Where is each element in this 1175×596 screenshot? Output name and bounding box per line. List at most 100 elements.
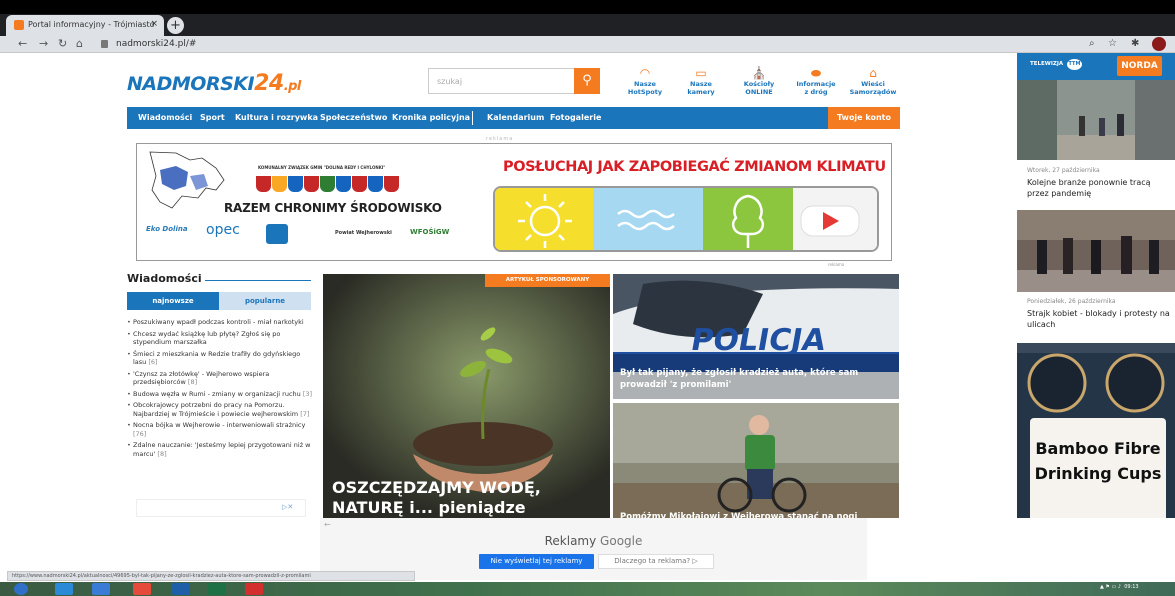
nav-wiadomosci[interactable]: Wiadomości: [138, 107, 192, 129]
list-item[interactable]: Śmieci z mieszkania w Redzie trafiły do …: [127, 350, 313, 367]
comment-count: [8]: [157, 449, 167, 458]
ttv-badge[interactable]: TTM: [1067, 59, 1082, 70]
forward-icon[interactable]: →: [39, 37, 48, 51]
ad-label: reklama: [486, 136, 514, 142]
list-item[interactable]: Chcesz wydać książkę lub płytę? Zgłoś si…: [127, 330, 313, 347]
nav-fotogalerie[interactable]: Fotogalerie: [550, 107, 601, 129]
police-text: POLICJA: [688, 323, 829, 358]
list-item[interactable]: 'Czynsz za złotówkę' - Wejherowo wspiera…: [127, 370, 313, 387]
status-bar-url: https://www.nadmorski24.pl/aktualnosci/4…: [7, 571, 415, 581]
municipalities-link[interactable]: ⌂ Wieści Samorządów: [845, 66, 901, 96]
title-underline: [205, 280, 311, 281]
protest-image: [1017, 210, 1175, 292]
roads-label-2: z dróg: [804, 88, 828, 96]
list-item[interactable]: Budowa węzła w Rumi - zmiany w organizac…: [127, 390, 313, 399]
nav-sport[interactable]: Sport: [200, 107, 225, 129]
region-map-image: [149, 151, 225, 209]
water-panel: [593, 188, 703, 250]
bamboo-cups-ad[interactable]: Bamboo Fibre Drinking Cups: [1030, 418, 1166, 518]
extensions-icon[interactable]: ✱: [1131, 37, 1139, 51]
churches-label-1: Kościoły: [743, 80, 775, 88]
roads-link[interactable]: ⬬ Informacje z dróg: [788, 66, 844, 96]
list-item[interactable]: Zdalne nauczanie: 'Jesteśmy lepiej przyg…: [127, 441, 313, 458]
crest-icon: [352, 176, 367, 192]
list-item[interactable]: Poszukiwany wpadł podczas kontroli - mia…: [127, 318, 313, 327]
wheelchair-photo: [613, 403, 899, 518]
nav-spoleczenstwo[interactable]: Społeczeństwo: [320, 107, 387, 129]
news-item-text: Obcokrajowcy potrzebni do pracy na Pomor…: [133, 401, 299, 418]
why-this-ad-button[interactable]: Dlaczego ta reklama? ▷: [598, 554, 714, 569]
news-item-text: Budowa węzła w Rumi - zmiany w organizac…: [133, 389, 301, 398]
police-article-title[interactable]: Był tak pijany, że zgłosił kradzież auta…: [620, 367, 895, 391]
hide-ad-button[interactable]: Nie wyświetlaj tej reklamy: [479, 554, 594, 569]
small-ad-box[interactable]: [136, 499, 306, 517]
new-tab-button[interactable]: +: [167, 17, 184, 34]
side-article-title[interactable]: Kolejne branże ponownie tracą przez pand…: [1027, 177, 1172, 199]
tab-newest[interactable]: najnowsze: [127, 292, 219, 310]
google-ad-heading: Reklamy Google: [320, 534, 867, 548]
article-date: Wtorek, 27 października: [1027, 167, 1100, 174]
logo-number: 24: [254, 71, 284, 96]
outlook-icon[interactable]: [92, 583, 110, 595]
crest-icon: [304, 176, 319, 192]
tab-close-icon[interactable]: ×: [150, 19, 158, 29]
account-button[interactable]: Twoje konto: [828, 107, 900, 129]
wheelchair-article-image[interactable]: [613, 403, 899, 518]
profile-avatar[interactable]: [1152, 37, 1166, 51]
address-bar[interactable]: nadmorski24.pl/#: [116, 37, 196, 51]
churches-link[interactable]: ⛪ Kościoły ONLINE: [731, 66, 787, 96]
street-photo[interactable]: [1017, 80, 1175, 160]
hotspots-label-1: Nasze: [634, 80, 656, 88]
reload-icon[interactable]: ↻: [58, 37, 67, 51]
hotspots-link[interactable]: ◠ Nasze HotSpoty: [617, 66, 673, 96]
news-section-title: Wiadomości: [127, 272, 202, 285]
browser-tab[interactable]: Portal informacyjny - Trójmiasto ×: [6, 15, 164, 36]
tree-panel: [703, 188, 793, 250]
banner-crests: [256, 176, 400, 196]
protest-photo[interactable]: [1017, 210, 1175, 292]
chrome-icon[interactable]: [133, 583, 151, 595]
main-article-title[interactable]: OSZCZĘDZAJMY WODĘ, NATURĘ i... pieniądze: [332, 478, 602, 518]
comment-count: [8]: [187, 378, 198, 386]
start-button-icon[interactable]: [14, 583, 28, 595]
logo-text: ADMORSKI: [142, 73, 255, 95]
search-button[interactable]: ⚲: [574, 68, 600, 94]
zoom-icon[interactable]: ⌕: [1089, 37, 1095, 51]
save-icon[interactable]: [172, 583, 190, 595]
site-logo[interactable]: NADMORSKI24.pl: [127, 71, 301, 96]
ttv-logo-text[interactable]: TELEWIZJA: [1030, 61, 1063, 67]
banner-ad-label: reklama: [828, 262, 845, 267]
list-item[interactable]: Obcokrajowcy potrzebni do pracy na Pomor…: [127, 401, 313, 418]
home-icon[interactable]: ⌂: [76, 37, 83, 51]
church-icon: ⛪: [751, 66, 767, 80]
lock-icon[interactable]: [101, 40, 108, 48]
back-icon[interactable]: ←: [18, 37, 27, 51]
ie-icon[interactable]: [55, 583, 73, 595]
play-icon[interactable]: [793, 188, 879, 252]
norda-logo[interactable]: NORDA: [1117, 56, 1162, 76]
banner-main-text: RAZEM CHRONIMY ŚRODOWISKO: [224, 201, 442, 215]
town-hall-icon: ⌂: [869, 66, 877, 80]
waves-icon: [617, 209, 675, 231]
sponsored-badge: ARTYKUŁ SPONSOROWANY: [485, 274, 610, 287]
ad-choices-icon[interactable]: ▷✕: [282, 503, 293, 511]
tab-popular[interactable]: popularne: [219, 292, 311, 310]
crest-icon: [384, 176, 399, 192]
list-item[interactable]: Nocna bójka w Wejherowie - interweniowal…: [127, 421, 313, 438]
search-input[interactable]: szukaj: [428, 68, 574, 94]
bookmark-star-icon[interactable]: ☆: [1108, 37, 1117, 51]
nav-kalendarium[interactable]: Kalendarium: [487, 107, 544, 129]
cameras-link[interactable]: ▭ Nasze kamery: [673, 66, 729, 96]
news-item-text: Chcesz wydać książkę lub płytę? Zgłoś si…: [133, 329, 281, 347]
ads-label: Reklamy: [544, 534, 597, 548]
side-article-title[interactable]: Strajk kobiet - blokady i protesty na ul…: [1027, 308, 1172, 330]
acrobat-icon[interactable]: [245, 583, 263, 595]
logo-suffix: .pl: [283, 79, 302, 94]
nav-kultura[interactable]: Kultura i rozrywka: [235, 107, 318, 129]
nav-kronika[interactable]: Kronika policyjna: [392, 107, 470, 129]
news-item-text: 'Czynsz za złotówkę' - Wejherowo wspiera…: [133, 369, 270, 387]
video-panel[interactable]: [793, 188, 879, 252]
excel-icon[interactable]: [208, 583, 226, 595]
logo-letter: N: [127, 73, 143, 95]
ad-back-icon[interactable]: ←: [324, 520, 331, 529]
